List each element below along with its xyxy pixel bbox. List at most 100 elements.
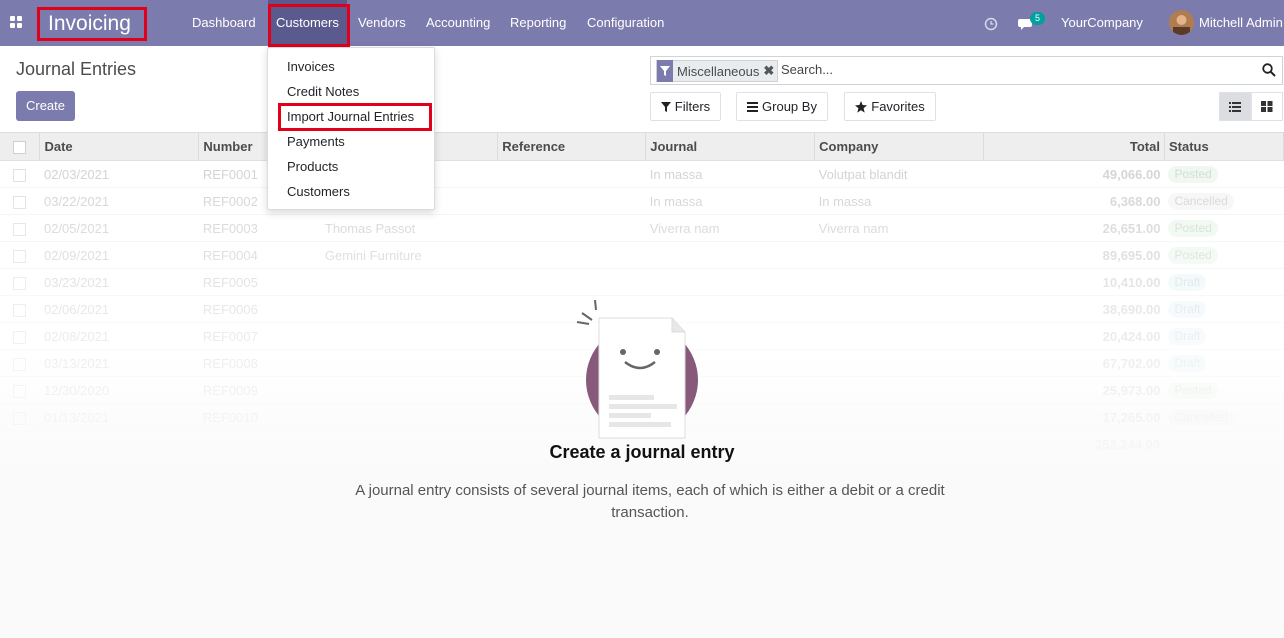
menu-reporting[interactable]: Reporting [510, 0, 566, 46]
cell-company [814, 268, 984, 296]
favorites-button[interactable]: Favorites [844, 92, 936, 121]
dropdown-item-credit-notes[interactable]: Credit Notes [268, 79, 434, 104]
top-navbar: Invoicing Dashboard Customers Vendors Ac… [0, 0, 1284, 47]
dropdown-item-products[interactable]: Products [268, 154, 434, 179]
group-by-button[interactable]: Group By [736, 92, 828, 121]
column-header-total[interactable]: Total [983, 132, 1165, 161]
cell-status: Posted [1164, 214, 1284, 242]
customers-dropdown-menu: Invoices Credit Notes Import Journal Ent… [267, 47, 435, 210]
filter-facet-icon [657, 60, 673, 82]
row-checkbox[interactable] [0, 241, 40, 269]
activity-clock-icon[interactable] [984, 0, 998, 46]
cell-partner [320, 268, 498, 296]
row-checkbox[interactable] [0, 160, 40, 188]
column-header-status[interactable]: Status [1164, 132, 1284, 161]
status-badge: Posted [1168, 219, 1218, 237]
table-row[interactable]: 02/03/2021 REF0001 In massa Volutpat blandi… [0, 160, 1284, 188]
cell-status: Posted [1164, 160, 1284, 188]
cell-total: 49,066.00 [983, 160, 1165, 188]
menu-accounting[interactable]: Accounting [426, 0, 490, 46]
cell-journal: Viverra nam [645, 214, 815, 242]
filters-button[interactable]: Filters [650, 92, 721, 121]
filters-label: Filters [674, 99, 711, 114]
status-badge: Cancelled [1168, 192, 1234, 210]
menu-vendors[interactable]: Vendors [358, 0, 406, 46]
star-icon [855, 100, 868, 113]
cell-number: REF0004 [198, 241, 321, 269]
row-checkbox[interactable] [0, 214, 40, 242]
search-bar[interactable]: Miscellaneous ✖ [650, 56, 1283, 85]
cell-reference [497, 268, 646, 296]
cell-reference [497, 241, 646, 269]
table-header-row: Date Number Partner Reference Journal Co… [0, 132, 1284, 161]
cell-total: 89,695.00 [983, 241, 1165, 269]
facet-remove-icon[interactable]: ✖ [763, 63, 777, 79]
table-row[interactable]: 02/05/2021 REF0003 Thomas Passot Viverra na… [0, 214, 1284, 242]
status-badge: Posted [1168, 246, 1218, 264]
favorites-label: Favorites [871, 99, 925, 114]
cell-journal: In massa [645, 160, 815, 188]
row-checkbox[interactable] [0, 268, 40, 296]
select-all-checkbox[interactable] [0, 132, 41, 161]
kanban-view-icon[interactable] [1251, 92, 1283, 121]
table-row[interactable]: 02/09/2021 REF0004 Gemini Furniture 89,695.… [0, 241, 1284, 269]
cell-journal [645, 268, 815, 296]
filter-icon [660, 101, 671, 112]
dropdown-item-customers[interactable]: Customers [268, 179, 434, 204]
cell-reference [497, 187, 646, 215]
cell-status: Posted [1164, 241, 1284, 269]
group-by-icon [747, 101, 759, 112]
row-checkbox[interactable] [0, 187, 40, 215]
cell-company [814, 241, 984, 269]
apps-menu-icon[interactable] [10, 16, 22, 28]
cell-company: Viverra nam [814, 214, 984, 242]
cell-number: REF0003 [198, 214, 321, 242]
company-switcher[interactable]: YourCompany [1061, 0, 1143, 46]
cell-company: Volutpat blandit [814, 160, 984, 188]
menu-dashboard[interactable]: Dashboard [192, 0, 256, 46]
column-header-date[interactable]: Date [39, 132, 200, 161]
list-view-icon[interactable] [1219, 92, 1251, 121]
column-header-reference[interactable]: Reference [497, 132, 647, 161]
search-input[interactable] [781, 62, 1251, 77]
create-button[interactable]: Create [16, 91, 75, 121]
cell-date: 03/23/2021 [39, 268, 199, 296]
cell-status: Cancelled [1164, 187, 1284, 215]
cell-journal: In massa [645, 187, 815, 215]
cell-total: 10,410.00 [983, 268, 1165, 296]
cell-partner: Gemini Furniture [320, 241, 498, 269]
cell-journal [645, 241, 815, 269]
empty-state-title: Create a journal entry [549, 442, 735, 462]
column-header-company[interactable]: Company [814, 132, 985, 161]
cell-total: 6,368.00 [983, 187, 1165, 215]
menu-configuration[interactable]: Configuration [587, 0, 664, 46]
table-row[interactable]: 03/22/2021 REF0002 In massa In massa 6,368.0… [0, 187, 1284, 215]
group-by-label: Group By [762, 99, 817, 114]
cell-reference [497, 214, 646, 242]
facet-label: Miscellaneous [677, 63, 760, 79]
user-menu[interactable]: Mitchell Admin [1199, 0, 1283, 46]
cell-status: Draft [1164, 268, 1284, 296]
cell-company: In massa [814, 187, 984, 215]
dropdown-item-import-journal-entries[interactable]: Import Journal Entries [268, 104, 434, 129]
dropdown-item-payments[interactable]: Payments [268, 129, 434, 154]
cell-date: 02/03/2021 [39, 160, 199, 188]
dropdown-item-invoices[interactable]: Invoices [268, 54, 434, 79]
menu-customers[interactable]: Customers [268, 0, 347, 46]
cell-date: 02/09/2021 [39, 241, 199, 269]
app-brand[interactable]: Invoicing [37, 7, 147, 41]
search-facet: Miscellaneous ✖ [656, 60, 779, 82]
status-badge: Posted [1168, 165, 1218, 183]
column-header-journal[interactable]: Journal [645, 132, 816, 161]
user-avatar[interactable] [1169, 10, 1194, 35]
cell-date: 03/22/2021 [39, 187, 199, 215]
table-row[interactable]: 03/23/2021 REF0005 10,410.00 Draft [0, 268, 1284, 296]
cell-reference [497, 160, 646, 188]
page-title: Journal Entries [16, 59, 137, 79]
empty-state-illustration [0, 300, 1284, 443]
messages-count-badge: 5 [1030, 12, 1046, 25]
cell-partner: Thomas Passot [320, 214, 498, 242]
search-icon[interactable] [1262, 63, 1276, 77]
cell-number: REF0005 [198, 268, 321, 296]
cell-date: 02/05/2021 [39, 214, 199, 242]
